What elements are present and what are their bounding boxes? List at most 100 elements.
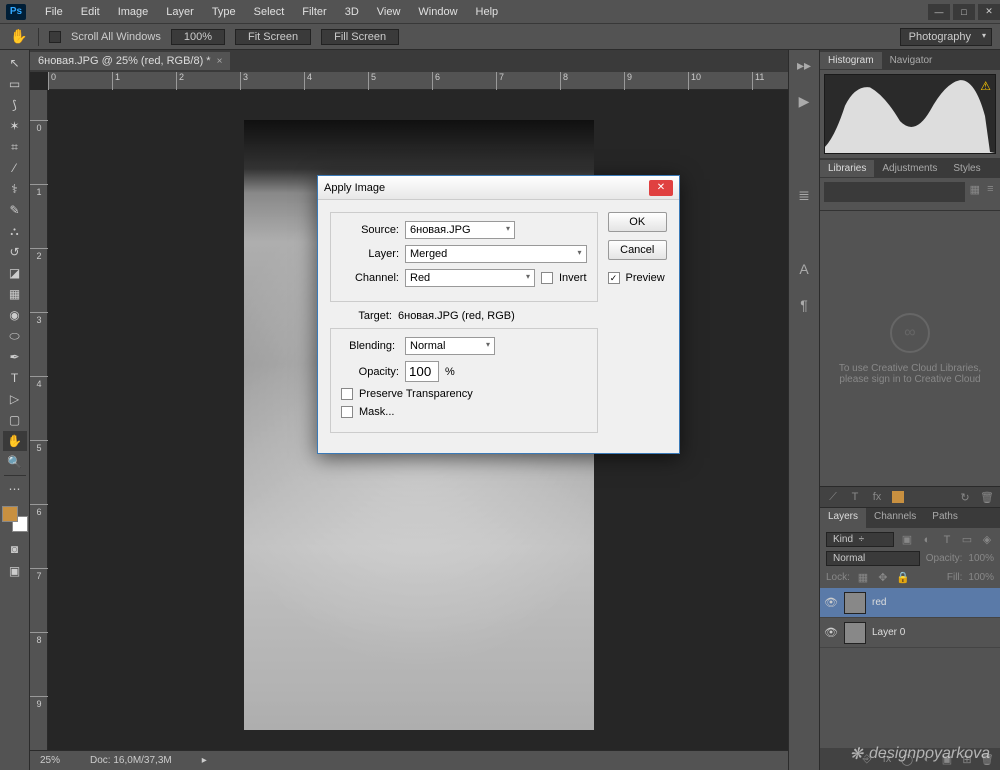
filter-img-icon[interactable]: ▣ [900,533,914,547]
paragraph-panel-icon[interactable]: ¶ [795,296,813,314]
menu-layer[interactable]: Layer [157,6,203,18]
filter-adj-icon[interactable]: ◐ [920,533,934,547]
libraries-tab[interactable]: Libraries [820,160,874,177]
source-select[interactable]: 6новая.JPG [405,221,515,239]
preview-checkbox[interactable]: ✓ [608,272,620,284]
visibility-icon[interactable]: 👁 [824,626,838,639]
lock-pixels-icon[interactable]: ▦ [856,570,870,584]
eyedropper-tool-icon[interactable]: ⁄ [3,158,27,178]
character-panel-icon[interactable]: A [795,260,813,278]
layer-name[interactable]: red [872,597,886,608]
menu-window[interactable]: Window [409,6,466,18]
menu-help[interactable]: Help [467,6,508,18]
document-tab[interactable]: 6новая.JPG @ 25% (red, RGB/8) * × [30,52,230,70]
status-docsize[interactable]: Doc: 16,0M/37,3M [90,755,172,766]
marquee-tool-icon[interactable]: ▭ [3,74,27,94]
history-brush-tool-icon[interactable]: ↺ [3,242,27,262]
layer-thumbnail[interactable] [844,592,866,614]
navigator-tab[interactable]: Navigator [882,52,941,69]
scroll-all-checkbox[interactable] [49,31,61,43]
filter-kind-select[interactable]: Kind ÷ [826,532,894,547]
library-select[interactable] [824,182,965,202]
preserve-transparency-checkbox[interactable] [341,388,353,400]
cancel-button[interactable]: Cancel [608,240,667,260]
crop-tool-icon[interactable]: ⌗ [3,137,27,157]
trash-icon[interactable]: 🗑 [980,490,994,504]
blending-select[interactable]: Normal [405,337,495,355]
sync-icon[interactable]: ↻ [958,490,972,504]
adjustments-tab[interactable]: Adjustments [874,160,945,177]
lock-position-icon[interactable]: ✥ [876,570,890,584]
edit-toolbar-icon[interactable]: ⋯ [3,479,27,499]
maximize-button[interactable]: □ [953,4,975,20]
history-panel-icon[interactable]: ▶ [795,92,813,110]
menu-view[interactable]: View [368,6,410,18]
color-swatches[interactable] [2,506,28,532]
curves-icon[interactable]: ⟋ [826,490,840,504]
menu-type[interactable]: Type [203,6,245,18]
clone-stamp-tool-icon[interactable]: ⛬ [3,221,27,241]
filter-smart-icon[interactable]: ◈ [980,533,994,547]
grid-view-icon[interactable]: ▦ [969,182,980,196]
blur-tool-icon[interactable]: ◉ [3,305,27,325]
dialog-close-button[interactable]: ✕ [649,180,673,196]
menu-image[interactable]: Image [109,6,158,18]
gradient-tool-icon[interactable]: ▦ [3,284,27,304]
layer-row[interactable]: 👁 red [820,588,1000,618]
filter-type-icon[interactable]: T [940,533,954,547]
mask-checkbox[interactable] [341,406,353,418]
minimize-button[interactable]: — [928,4,950,20]
menu-3d[interactable]: 3D [336,6,368,18]
channel-select[interactable]: Red [405,269,535,287]
blend-mode-select[interactable]: Normal [826,551,920,566]
layer-thumbnail[interactable] [844,622,866,644]
menu-select[interactable]: Select [245,6,294,18]
fill-value[interactable]: 100% [968,572,994,583]
fx-icon[interactable]: fx [870,490,884,504]
foreground-color-swatch[interactable] [2,506,18,522]
opacity-input[interactable] [405,361,439,382]
healing-brush-tool-icon[interactable]: ⚕ [3,179,27,199]
quick-mask-icon[interactable]: ◙ [3,539,27,559]
visibility-icon[interactable]: 👁 [824,596,838,609]
quick-select-tool-icon[interactable]: ✶ [3,116,27,136]
properties-panel-icon[interactable]: ≣ [795,186,813,204]
hand-tool-icon[interactable]: ✋ [10,28,28,46]
paths-tab[interactable]: Paths [924,508,966,528]
type-icon[interactable]: T [848,490,862,504]
menu-edit[interactable]: Edit [72,6,109,18]
expand-icon[interactable]: ▸▸ [795,56,813,74]
list-view-icon[interactable]: ≡ [985,182,996,196]
brush-tool-icon[interactable]: ✎ [3,200,27,220]
channels-tab[interactable]: Channels [866,508,924,528]
histogram-tab[interactable]: Histogram [820,52,882,69]
styles-tab[interactable]: Styles [945,160,988,177]
layer-row[interactable]: 👁 Layer 0 [820,618,1000,648]
zoom-100-button[interactable]: 100% [171,29,225,45]
invert-checkbox[interactable] [541,272,553,284]
lasso-tool-icon[interactable]: ⟆ [3,95,27,115]
move-tool-icon[interactable]: ↖ [3,53,27,73]
status-arrow-icon[interactable]: ▸ [202,755,207,766]
dialog-titlebar[interactable]: Apply Image ✕ [318,176,679,200]
zoom-tool-icon[interactable]: 🔍 [3,452,27,472]
ok-button[interactable]: OK [608,212,667,232]
workspace-select[interactable]: Photography [900,28,992,46]
fit-screen-button[interactable]: Fit Screen [235,29,311,45]
layer-name[interactable]: Layer 0 [872,627,905,638]
menu-file[interactable]: File [36,6,72,18]
status-zoom[interactable]: 25% [40,755,60,766]
screen-mode-icon[interactable]: ▣ [3,561,27,581]
path-select-tool-icon[interactable]: ▷ [3,389,27,409]
menu-filter[interactable]: Filter [293,6,335,18]
eraser-tool-icon[interactable]: ◪ [3,263,27,283]
hand-tool-icon[interactable]: ✋ [3,431,27,451]
filter-shape-icon[interactable]: ▭ [960,533,974,547]
layer-select[interactable]: Merged [405,245,587,263]
close-button[interactable]: ✕ [978,4,1000,20]
lock-all-icon[interactable]: 🔒 [896,570,910,584]
pen-tool-icon[interactable]: ✒ [3,347,27,367]
dodge-tool-icon[interactable]: ⬭ [3,326,27,346]
layers-tab[interactable]: Layers [820,508,866,528]
tab-close-icon[interactable]: × [217,56,223,67]
